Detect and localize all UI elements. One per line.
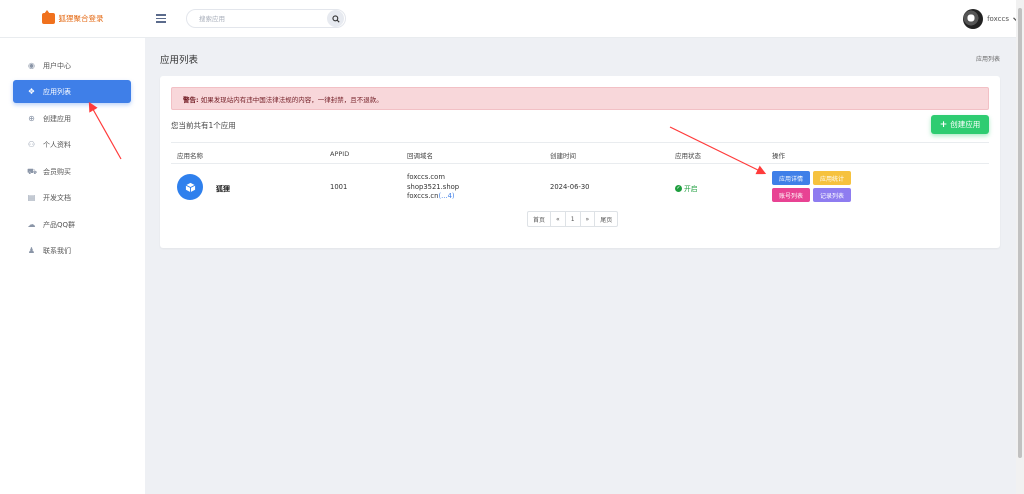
- pagination: 首页 « 1 » 尾页: [527, 211, 619, 227]
- menu-toggle-icon[interactable]: [156, 14, 166, 23]
- sidebar-item-label: 用户中心: [43, 61, 71, 70]
- scrollbar-thumb[interactable]: [1018, 8, 1022, 458]
- chat-icon: ☁: [27, 220, 36, 229]
- status-badge: ✓ 开启: [675, 183, 698, 193]
- sidebar-item-label: 个人资料: [43, 140, 71, 149]
- sidebar-item-label: 创建应用: [43, 114, 71, 123]
- app-name[interactable]: 狐狸: [216, 184, 230, 194]
- search-icon: [331, 14, 340, 23]
- sidebar-item-create-app[interactable]: ⊕ 创建应用: [13, 107, 131, 130]
- domain-item: foxccs.com: [407, 173, 445, 181]
- domain-item: shop3521.shop: [407, 182, 460, 191]
- user-name: foxccs: [987, 15, 1009, 23]
- users-icon: ⚇: [27, 140, 36, 149]
- cube-icon: [185, 182, 195, 192]
- created-time: 2024-06-30: [550, 183, 590, 191]
- breadcrumb: 应用列表: [975, 56, 1000, 63]
- bell-icon: ♟: [27, 246, 36, 255]
- brand-title: 狐狸聚合登录: [58, 14, 104, 23]
- table-header: 应用名称 APPID 回调域名 创建时间 应用状态 操作: [171, 142, 989, 164]
- book-icon: ▤: [27, 193, 36, 202]
- sidebar-item-membership[interactable]: ⛟ 会员购买: [13, 160, 131, 183]
- user-menu[interactable]: foxccs: [963, 9, 1020, 29]
- sidebar-item-dev-docs[interactable]: ▤ 开发文档: [13, 186, 131, 209]
- sidebar-item-contact[interactable]: ♟ 联系我们: [13, 239, 131, 262]
- app-list-card: 警告: 如果发现站内有违中国法律法规的内容，一律封禁，且不退款。 您当前共有1个…: [160, 76, 1000, 248]
- search-button[interactable]: [327, 10, 344, 27]
- sidebar: ◉ 用户中心 ❖ 应用列表 ⊕ 创建应用 ⚇ 个人资料 ⛟ 会员购买 ▤ 开发文…: [0, 38, 145, 494]
- plus-circle-icon: ⊕: [28, 114, 35, 123]
- account-list-button[interactable]: 账号列表: [772, 188, 810, 202]
- check-circle-icon: ✓: [675, 184, 682, 192]
- sidebar-item-label: 会员购买: [43, 167, 71, 176]
- search-input[interactable]: [199, 14, 319, 23]
- brand[interactable]: 狐狸聚合登录: [0, 10, 145, 24]
- page-scrollbar[interactable]: [1016, 0, 1024, 494]
- sidebar-item-label: 产品QQ群: [43, 220, 76, 229]
- app-detail-button[interactable]: 应用详情: [772, 171, 810, 185]
- avatar: [963, 9, 984, 29]
- alert-label: 警告:: [183, 95, 199, 104]
- page-first[interactable]: 首页: [528, 212, 552, 226]
- sidebar-item-label: 开发文档: [43, 193, 71, 202]
- app-count: 您当前共有1个应用: [171, 121, 236, 130]
- col-actions: 操作: [772, 152, 785, 160]
- app-id: 1001: [330, 183, 348, 191]
- table-row: 狐狸 1001 foxccs.com shop3521.shop foxccs.…: [171, 164, 989, 210]
- domain-item: foxccs.cn: [407, 192, 439, 200]
- page-next[interactable]: »: [581, 212, 596, 226]
- col-appid: APPID: [330, 150, 350, 158]
- cubes-icon: ❖: [27, 87, 36, 96]
- sidebar-item-label: 应用列表: [43, 87, 71, 96]
- action-buttons: 应用详情 应用统计 账号列表 记录列表: [772, 171, 856, 202]
- fox-logo-icon: [41, 10, 55, 24]
- sidebar-item-user-center[interactable]: ◉ 用户中心: [13, 54, 131, 77]
- cart-icon: ⛟: [27, 167, 38, 176]
- sidebar-item-qq-group[interactable]: ☁ 产品QQ群: [13, 213, 131, 236]
- plus-icon: +: [939, 119, 948, 130]
- page-current[interactable]: 1: [566, 212, 581, 226]
- sidebar-item-profile[interactable]: ⚇ 个人资料: [13, 133, 131, 156]
- alert-text: 如果发现站内有违中国法律法规的内容，一律封禁，且不退款。: [200, 95, 383, 104]
- status-text: 开启: [684, 185, 698, 193]
- app-stats-button[interactable]: 应用统计: [813, 171, 851, 185]
- search-box: [186, 9, 346, 28]
- user-circle-icon: ◉: [28, 61, 35, 70]
- page-title: 应用列表: [160, 55, 199, 66]
- domains-more-link[interactable]: (...4): [438, 192, 454, 200]
- sidebar-item-app-list[interactable]: ❖ 应用列表: [13, 80, 131, 103]
- sidebar-item-label: 联系我们: [43, 246, 71, 255]
- callback-domains: foxccs.com shop3521.shop foxccs.cn(...4): [407, 173, 459, 202]
- record-list-button[interactable]: 记录列表: [813, 188, 851, 202]
- col-callback-domain: 回调域名: [407, 152, 433, 160]
- create-app-button[interactable]: + 创建应用: [931, 115, 989, 134]
- warning-alert: 警告: 如果发现站内有违中国法律法规的内容，一律封禁，且不退款。: [171, 87, 989, 110]
- create-app-label: 创建应用: [950, 120, 981, 129]
- col-status: 应用状态: [675, 152, 701, 160]
- top-bar: 狐狸聚合登录: [0, 0, 1016, 38]
- col-created-time: 创建时间: [550, 152, 576, 160]
- page-prev[interactable]: «: [551, 212, 566, 226]
- col-app-name: 应用名称: [177, 152, 203, 160]
- page-last[interactable]: 尾页: [595, 212, 617, 226]
- app-icon: [177, 174, 203, 200]
